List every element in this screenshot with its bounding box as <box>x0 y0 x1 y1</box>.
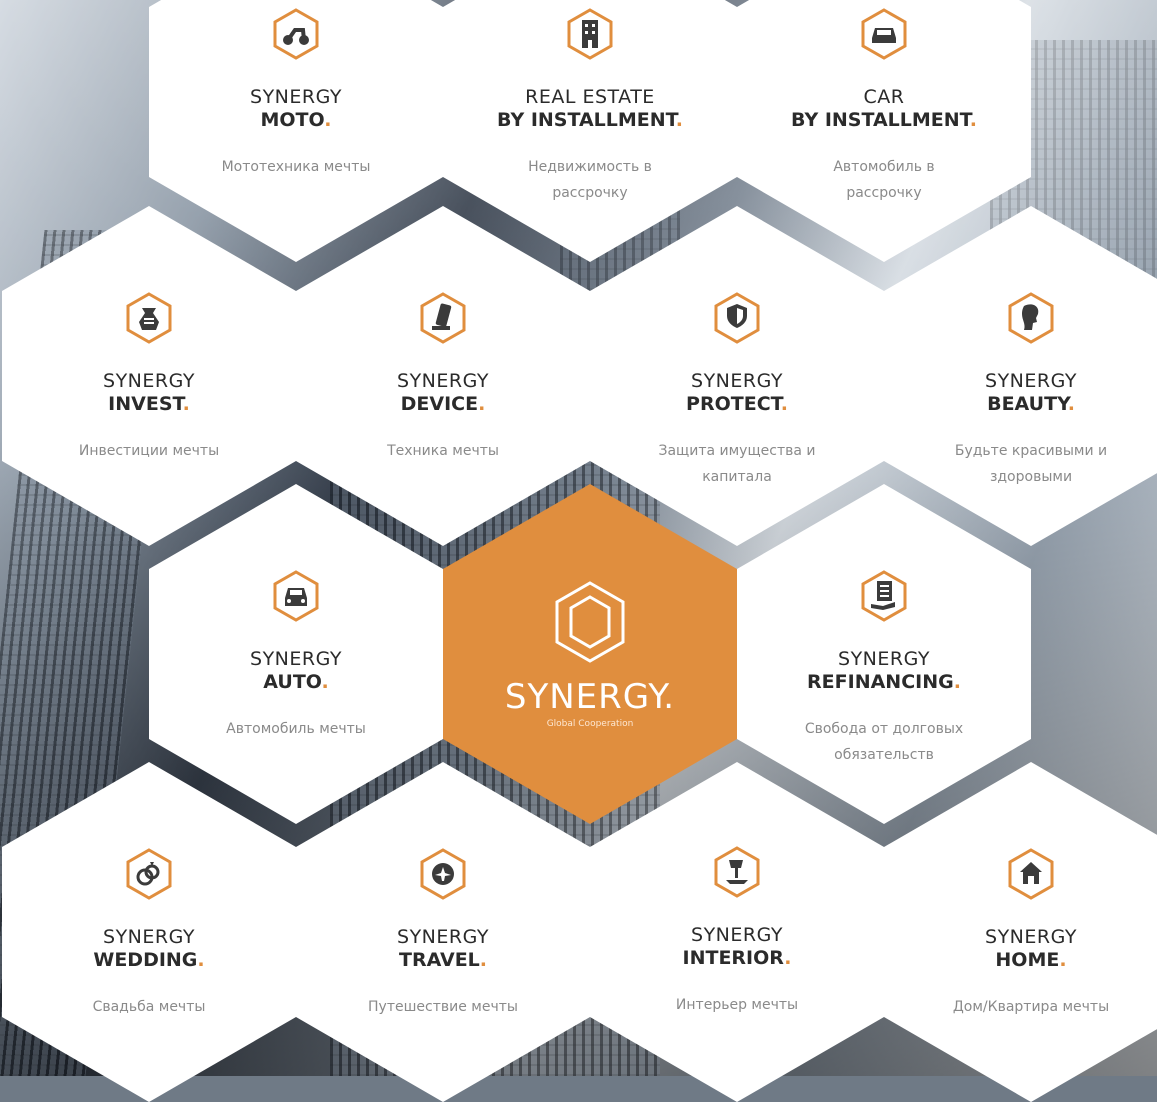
tile-description: Недвижимость в рассрочку <box>528 159 652 201</box>
airplane-icon <box>420 848 466 900</box>
tile-description: Путешествие мечты <box>368 999 518 1015</box>
synergy-logo-icon <box>551 579 629 669</box>
tile-title-line1: SYNERGY <box>103 926 195 948</box>
tile-title-line1: SYNERGY <box>250 648 342 670</box>
moto-icon <box>273 8 319 60</box>
tile-description: Интерьер мечты <box>675 997 799 1013</box>
money-bag-icon <box>126 292 172 344</box>
tile-description: Техника мечты <box>387 443 499 459</box>
brand-subtitle: Global Cooperation <box>546 719 634 729</box>
tile-title-line2: DEVICE. <box>400 393 486 415</box>
tile-title-line2: BY INSTALLMENT. <box>497 109 683 131</box>
tile-title-line2: BEAUTY. <box>987 393 1075 415</box>
tile-title-line1: SYNERGY <box>397 370 489 392</box>
tile-description: Свадьба мечты <box>92 999 206 1015</box>
document-hand-icon <box>861 570 907 622</box>
tile-title-line1: SYNERGY <box>985 926 1077 948</box>
tile-title-line2: REFINANCING. <box>807 671 961 693</box>
rings-icon <box>126 848 172 900</box>
tile-title-line1: SYNERGY <box>838 648 930 670</box>
tile-title-line2: BY INSTALLMENT. <box>791 109 977 131</box>
tile-title-line2: HOME. <box>995 949 1067 971</box>
tile-title-line2: AUTO. <box>263 671 329 693</box>
tile-title-line1: SYNERGY <box>397 926 489 948</box>
lamp-icon <box>714 846 760 898</box>
building-icon <box>567 8 613 60</box>
tile-description: Дом/Квартира мечты <box>952 999 1110 1015</box>
tile-description: Будьте красивыми и здоровыми <box>954 443 1108 485</box>
tile-description: Автомобиль в рассрочку <box>833 159 935 201</box>
tile-description: Мототехника мечты <box>221 159 371 175</box>
tile-title-line1: CAR <box>863 86 905 108</box>
tile-description: Свобода от долговых обязательств <box>804 721 964 763</box>
tile-title-line2: INTERIOR. <box>682 947 792 969</box>
brand-title: SYNERGY. <box>504 677 676 717</box>
tile-description: Защита имущества и капитала <box>658 443 816 485</box>
tile-title-line1: REAL ESTATE <box>525 86 655 108</box>
tile-title-line1: SYNERGY <box>691 370 783 392</box>
tile-title-line1: SYNERGY <box>985 370 1077 392</box>
tile-title-line2: TRAVEL. <box>398 949 487 971</box>
shield-icon <box>714 292 760 344</box>
tile-title-line2: WEDDING. <box>93 949 205 971</box>
phone-icon <box>420 292 466 344</box>
tile-description: Инвестиции мечты <box>78 443 220 459</box>
tile-title-line2: PROTECT. <box>686 393 788 415</box>
tile-description: Автомобиль мечты <box>226 721 366 737</box>
tile-title-line1: SYNERGY <box>103 370 195 392</box>
car-front-icon <box>273 570 319 622</box>
tile-title-line1: SYNERGY <box>691 924 783 946</box>
car-icon <box>861 8 907 60</box>
tile-title-line2: MOTO. <box>260 109 332 131</box>
tile-title-line2: INVEST. <box>108 393 190 415</box>
woman-profile-icon <box>1008 292 1054 344</box>
tile-title-line1: SYNERGY <box>250 86 342 108</box>
house-icon <box>1008 848 1054 900</box>
